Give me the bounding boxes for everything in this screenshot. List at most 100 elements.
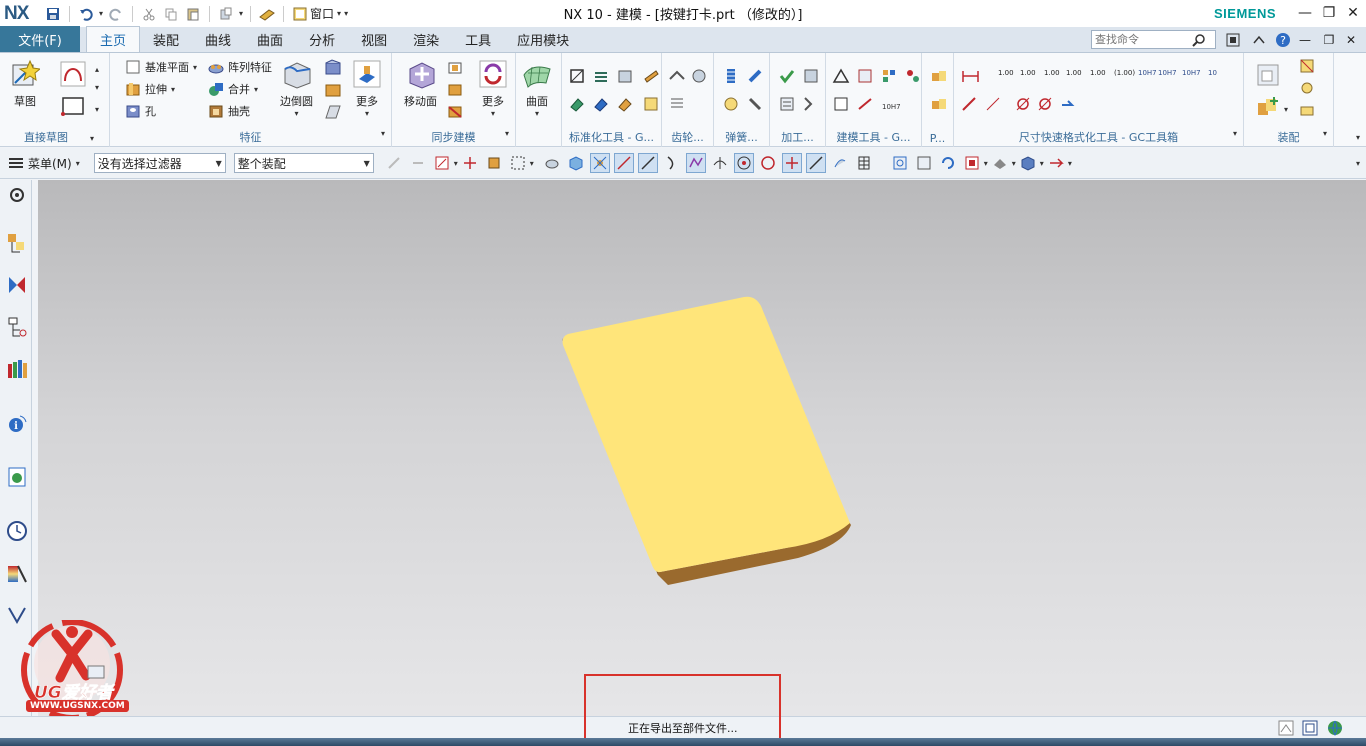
- select-point-icon[interactable]: [460, 153, 480, 173]
- gear-tool-1-icon[interactable]: [668, 67, 686, 85]
- unite-button[interactable]: 合并 ▾: [208, 81, 258, 97]
- rotate-icon[interactable]: [938, 153, 958, 173]
- view-tool-2-icon[interactable]: [566, 153, 586, 173]
- modeling-tool-3-icon[interactable]: [880, 67, 898, 85]
- view-fit-icon[interactable]: [890, 153, 910, 173]
- rectangle-select-icon[interactable]: [508, 153, 528, 173]
- datum-plane-button[interactable]: 基准平面 ▾: [125, 59, 197, 75]
- machining-tool-3-icon[interactable]: [778, 95, 796, 113]
- edge-blend-button[interactable]: 边倒圆 ▾: [280, 59, 313, 118]
- modeling-tool-2-icon[interactable]: [856, 67, 874, 85]
- modeling-tool-1-icon[interactable]: [832, 67, 850, 85]
- spring-tool-2-icon[interactable]: [746, 67, 764, 85]
- web-browser-icon[interactable]: [6, 466, 28, 488]
- assembly-tool-3-icon[interactable]: [1298, 79, 1316, 97]
- machining-tool-2-icon[interactable]: [802, 67, 820, 85]
- snap-on-curve-icon[interactable]: [805, 153, 826, 173]
- close-button[interactable]: ✕: [1342, 3, 1364, 23]
- main-menu-button[interactable]: 菜单(M) ▾: [8, 155, 80, 172]
- snap-endpoint-icon[interactable]: [589, 153, 610, 173]
- pattern-feature-button[interactable]: 阵列特征: [208, 59, 272, 75]
- std-tool-1-icon[interactable]: [568, 67, 586, 85]
- history-clock-icon[interactable]: [6, 520, 28, 542]
- doc-close-button[interactable]: ✕: [1342, 31, 1360, 49]
- add-component-icon[interactable]: [1256, 95, 1280, 119]
- std-tool-8-icon[interactable]: [642, 95, 660, 113]
- spring-tool-3-icon[interactable]: [722, 95, 740, 113]
- tab-surface[interactable]: 曲面: [244, 26, 296, 52]
- tab-home[interactable]: 主页: [86, 26, 141, 52]
- tab-analysis[interactable]: 分析: [296, 26, 348, 52]
- tab-applications[interactable]: 应用模块: [504, 26, 582, 52]
- shell-button[interactable]: 抽壳: [208, 103, 250, 119]
- snap-quadrant-icon[interactable]: [758, 153, 778, 173]
- hd3d-tools-icon[interactable]: i: [6, 412, 28, 434]
- assembly-navigator-icon[interactable]: [6, 232, 28, 254]
- snap-disabled-icon[interactable]: [384, 153, 404, 173]
- spring-tool-1-icon[interactable]: [722, 67, 740, 85]
- graphics-window[interactable]: [38, 180, 1366, 716]
- touch-mode-icon[interactable]: [258, 5, 276, 23]
- orient-view-icon[interactable]: [962, 153, 982, 173]
- collapse-ribbon-icon[interactable]: [1250, 31, 1268, 49]
- command-search-input[interactable]: [1092, 33, 1192, 46]
- snap-existing-point-icon[interactable]: [781, 153, 802, 173]
- part-navigator-icon[interactable]: [6, 316, 28, 338]
- chamfer-icon[interactable]: [324, 59, 342, 77]
- snap-intersection-icon[interactable]: [710, 153, 730, 173]
- selection-scope-dropdown[interactable]: 整个装配 ▼: [233, 153, 374, 173]
- repeat-command-icon[interactable]: [217, 5, 235, 23]
- std-tool-4-icon[interactable]: [642, 67, 660, 85]
- part-model[interactable]: [38, 180, 1366, 716]
- dimension-format-button[interactable]: 1.00: [1090, 69, 1106, 77]
- redo-icon[interactable]: [107, 5, 125, 23]
- std-tool-2-icon[interactable]: [592, 67, 610, 85]
- snap-line-icon[interactable]: [637, 153, 658, 173]
- snap-midpoint-icon[interactable]: [613, 153, 634, 173]
- snap-disabled-2-icon[interactable]: [408, 153, 428, 173]
- machining-tool-4-icon[interactable]: [802, 95, 820, 113]
- minimize-button[interactable]: —: [1294, 3, 1316, 23]
- modeling-tool-7-icon[interactable]: 10H7: [880, 95, 904, 113]
- dimension-format-button[interactable]: 10H7: [1182, 69, 1201, 77]
- assembly-tool-2-icon[interactable]: [1298, 57, 1316, 75]
- type-filter-dropdown[interactable]: 没有选择过滤器 ▼: [93, 153, 226, 173]
- view-tool-1-icon[interactable]: [542, 153, 562, 173]
- render-style-icon[interactable]: [990, 153, 1010, 173]
- move-face-button[interactable]: 移动面: [404, 59, 437, 109]
- dimension-format-button[interactable]: 1.00: [1066, 69, 1082, 77]
- offset-region-icon[interactable]: [446, 81, 464, 99]
- assembly-tool-4-icon[interactable]: [1298, 101, 1316, 119]
- diameter-2-icon[interactable]: [1036, 95, 1054, 113]
- zoom-window-icon[interactable]: [914, 153, 934, 173]
- sketch-curve-icon[interactable]: [60, 61, 86, 87]
- shaded-view-icon[interactable]: [1018, 153, 1038, 173]
- snap-bounded-grid-icon[interactable]: [854, 153, 874, 173]
- gear-tool-3-icon[interactable]: [668, 95, 686, 113]
- settings-gear-icon[interactable]: [6, 184, 28, 206]
- file-menu-tab[interactable]: 文件(F): [0, 26, 80, 52]
- sketch-rectangle-icon[interactable]: [60, 93, 86, 119]
- dimension-format-button[interactable]: 10H7: [1158, 69, 1177, 77]
- std-tool-7-icon[interactable]: [616, 95, 634, 113]
- dimension-format-button[interactable]: 1.00: [1020, 69, 1036, 77]
- paste-icon[interactable]: [184, 5, 202, 23]
- tab-view[interactable]: 视图: [348, 26, 400, 52]
- diameter-icon[interactable]: [1014, 95, 1032, 113]
- std-tool-3-icon[interactable]: [616, 67, 634, 85]
- cut-icon[interactable]: [140, 5, 158, 23]
- p-tool-2-icon[interactable]: [930, 95, 948, 113]
- sync-more-button[interactable]: 更多 ▾: [478, 59, 508, 118]
- dimension-format-button[interactable]: 10H7: [1138, 69, 1157, 77]
- std-tool-5-icon[interactable]: [568, 95, 586, 113]
- dim-tool-2-icon[interactable]: [960, 95, 978, 113]
- tab-tools[interactable]: 工具: [452, 26, 504, 52]
- help-icon[interactable]: ?: [1274, 31, 1292, 49]
- modeling-tool-5-icon[interactable]: [832, 95, 850, 113]
- spring-tool-4-icon[interactable]: [746, 95, 764, 113]
- copy-icon[interactable]: [162, 5, 180, 23]
- tab-render[interactable]: 渲染: [400, 26, 452, 52]
- draft-icon[interactable]: [324, 103, 342, 121]
- status-icon-1[interactable]: [1278, 720, 1294, 736]
- globe-icon[interactable]: [1326, 719, 1344, 737]
